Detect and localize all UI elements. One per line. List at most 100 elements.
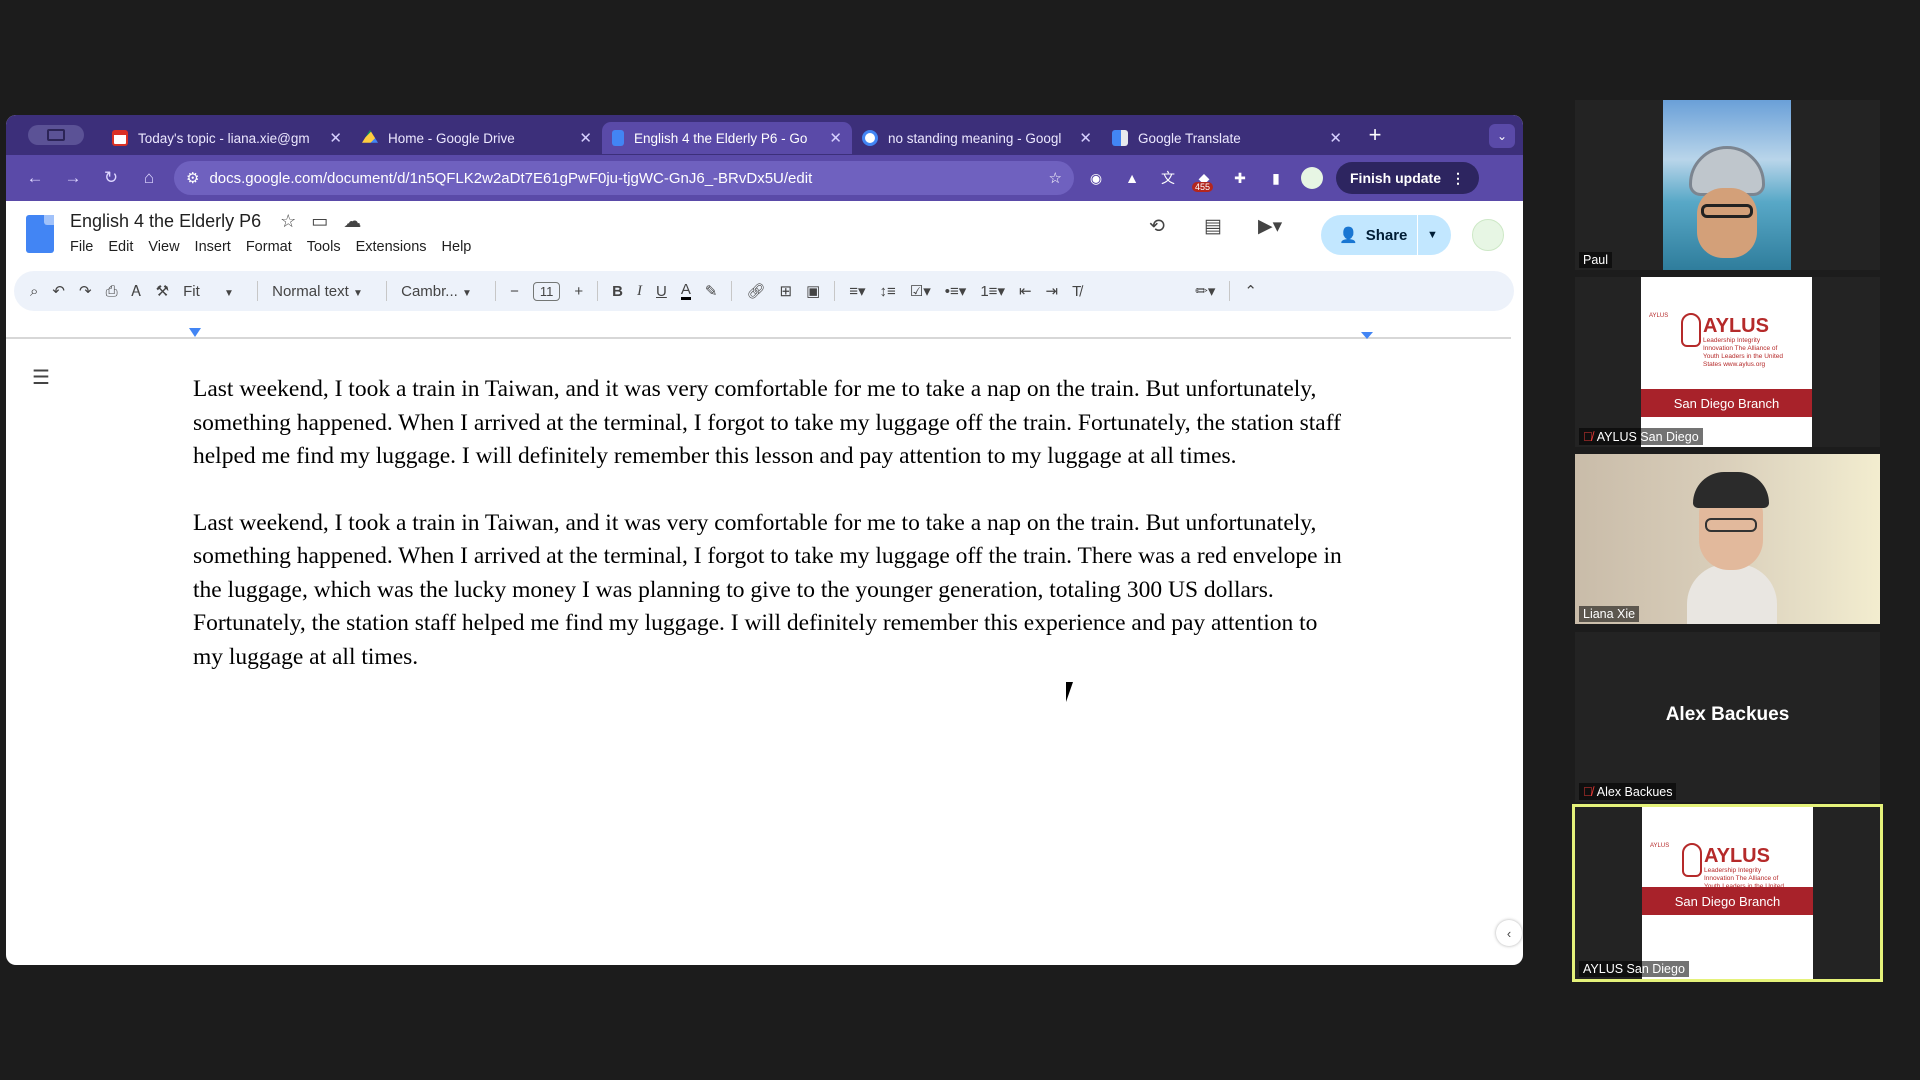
tab-google-translate[interactable]: Google Translate ✕ (1102, 122, 1352, 154)
participant-name-tag: 🎙̸ AYLUS San Diego (1579, 428, 1703, 445)
font-size-input[interactable]: 11 (532, 281, 561, 301)
increase-indent-icon[interactable]: ⇥ (1046, 282, 1059, 300)
highlight-icon[interactable]: ✎ (705, 282, 718, 300)
close-icon[interactable]: ✕ (579, 129, 592, 147)
insert-image-icon[interactable]: ▣ (806, 282, 820, 300)
underline-icon[interactable]: U (656, 283, 667, 300)
tab-search-button[interactable]: ⌄ (1489, 124, 1515, 148)
document-title[interactable]: English 4 the Elderly P6 ☆ ▭ ☁ (70, 211, 361, 232)
toolbar-divider (834, 281, 836, 301)
address-bar[interactable]: ⚙ docs.google.com/document/d/1n5QFLK2w2a… (174, 161, 1074, 195)
ruler (6, 337, 1511, 339)
side-panel-icon[interactable]: ▮ (1262, 164, 1290, 192)
share-button[interactable]: 👤 Share ▼ (1321, 215, 1451, 255)
extension-glasses-icon[interactable]: ◉ (1082, 164, 1110, 192)
tab-docs-active[interactable]: English 4 the Elderly P6 - Go ✕ (602, 122, 852, 154)
decrease-indent-icon[interactable]: ⇤ (1019, 282, 1032, 300)
comments-icon[interactable]: ▤ (1204, 215, 1222, 238)
align-icon[interactable]: ≡▾ (849, 282, 865, 300)
profile-icon[interactable] (1298, 164, 1326, 192)
home-icon[interactable]: ⌂ (130, 168, 168, 188)
decrease-font-size-icon[interactable]: − (510, 283, 519, 300)
right-indent-marker[interactable] (1361, 332, 1373, 339)
docs-icon (612, 130, 624, 146)
print-icon[interactable]: ⎙ (106, 283, 118, 300)
checklist-icon[interactable]: ☑▾ (910, 282, 931, 300)
text-color-icon[interactable]: A (680, 282, 691, 300)
participant-tile-alex[interactable]: Alex Backues 🎙̸ Alex Backues (1575, 632, 1880, 802)
extensions-puzzle-icon[interactable]: ✚ (1226, 164, 1254, 192)
close-icon[interactable]: ✕ (829, 129, 842, 147)
insert-link-icon[interactable]: 🔗︎ (746, 282, 765, 300)
meet-video-icon[interactable]: ▶▾ (1258, 215, 1282, 238)
side-panel-collapse-icon[interactable]: ‹ (1496, 920, 1522, 946)
paragraph-style-select[interactable]: Normal text ▼ (272, 283, 372, 300)
bulleted-list-icon[interactable]: •≡▾ (945, 282, 967, 300)
add-comment-icon[interactable]: ⊞ (779, 282, 792, 300)
tab-group-button[interactable] (28, 125, 84, 145)
docs-logo-icon[interactable] (26, 215, 54, 253)
close-icon[interactable]: ✕ (329, 129, 342, 147)
move-folder-icon[interactable]: ▭ (311, 211, 328, 231)
forward-icon[interactable]: → (54, 168, 92, 188)
italic-icon[interactable]: I (637, 283, 642, 300)
paint-format-icon[interactable]: ⚒ (156, 282, 169, 300)
editing-mode-icon[interactable]: ✏▾ (1195, 282, 1215, 300)
menu-view[interactable]: View (148, 239, 179, 255)
participant-tile-liana[interactable]: Liana Xie (1575, 454, 1880, 624)
menu-extensions[interactable]: Extensions (356, 239, 427, 255)
participant-video (1575, 454, 1880, 624)
bookmark-star-icon[interactable]: ☆ (1049, 169, 1062, 187)
google-icon (862, 130, 878, 146)
back-icon[interactable]: ← (16, 168, 54, 188)
account-avatar[interactable] (1472, 219, 1504, 251)
cloud-status-icon[interactable]: ☁ (343, 211, 361, 231)
redo-icon[interactable]: ↷ (79, 282, 92, 300)
menu-file[interactable]: File (70, 239, 93, 255)
toolbar-divider (257, 281, 259, 301)
numbered-list-icon[interactable]: 1≡▾ (980, 282, 1005, 300)
mouse-cursor-icon (1066, 682, 1073, 702)
version-history-icon[interactable]: ⟲ (1149, 215, 1165, 238)
branch-banner: San Diego Branch (1642, 887, 1813, 915)
close-icon[interactable]: ✕ (1329, 129, 1342, 147)
site-settings-icon[interactable]: ⚙ (186, 169, 199, 187)
extension-mountain-icon[interactable]: ▲ (1118, 164, 1146, 192)
document-outline-icon[interactable]: ☰ (32, 365, 50, 390)
menu-edit[interactable]: Edit (108, 239, 133, 255)
search-menus-icon[interactable]: ⌕ (30, 283, 38, 300)
participant-tile-aylus-2-speaking[interactable]: AYLUS AYLUS Leadership Integrity Innovat… (1572, 804, 1883, 982)
line-spacing-icon[interactable]: ↕≡ (880, 283, 896, 300)
chevron-down-icon[interactable]: ▼ (1427, 229, 1438, 241)
aylus-small-logo: AYLUS (1650, 843, 1670, 849)
tab-google-drive[interactable]: Home - Google Drive ✕ (352, 122, 602, 154)
tab-google-search[interactable]: no standing meaning - Googl ✕ (852, 122, 1102, 154)
document-body[interactable]: Last weekend, I took a train in Taiwan, … (193, 373, 1343, 707)
paragraph-style-value: Normal text (272, 282, 349, 300)
reload-icon[interactable]: ↻ (92, 168, 130, 188)
menu-insert[interactable]: Insert (195, 239, 231, 255)
menu-format[interactable]: Format (246, 239, 292, 255)
clear-formatting-icon[interactable]: T̸ (1072, 283, 1081, 300)
aylus-logo-card: AYLUS AYLUS Leadership Integrity Innovat… (1641, 277, 1812, 447)
left-indent-marker[interactable] (189, 328, 201, 337)
close-icon[interactable]: ✕ (1079, 129, 1092, 147)
finish-update-button[interactable]: Finish update ⋮ (1336, 162, 1479, 194)
hide-menus-chevron-up-icon[interactable]: ⌃ (1244, 282, 1257, 300)
spellcheck-icon[interactable]: Ꭺ (132, 283, 142, 300)
undo-icon[interactable]: ↶ (52, 282, 65, 300)
menu-tools[interactable]: Tools (307, 239, 341, 255)
participant-tile-paul[interactable]: Paul (1575, 100, 1880, 270)
bold-icon[interactable]: B (612, 283, 623, 300)
tab-gmail[interactable]: Today's topic - liana.xie@gm ✕ (102, 122, 352, 154)
extension-counter-icon[interactable]: ◆ 455 (1190, 164, 1218, 192)
new-tab-button[interactable]: + (1360, 122, 1390, 148)
font-select[interactable]: Cambr... ▼ (401, 283, 481, 300)
increase-font-size-icon[interactable]: + (574, 283, 583, 300)
zoom-select[interactable]: Fit ▼ (183, 283, 243, 300)
extension-translate-icon[interactable]: 文 (1154, 164, 1182, 192)
menu-help[interactable]: Help (442, 239, 472, 255)
participant-tile-aylus-1[interactable]: AYLUS AYLUS Leadership Integrity Innovat… (1575, 277, 1880, 447)
mic-muted-icon: 🎙̸ (1583, 429, 1593, 444)
star-icon[interactable]: ☆ (280, 211, 296, 231)
